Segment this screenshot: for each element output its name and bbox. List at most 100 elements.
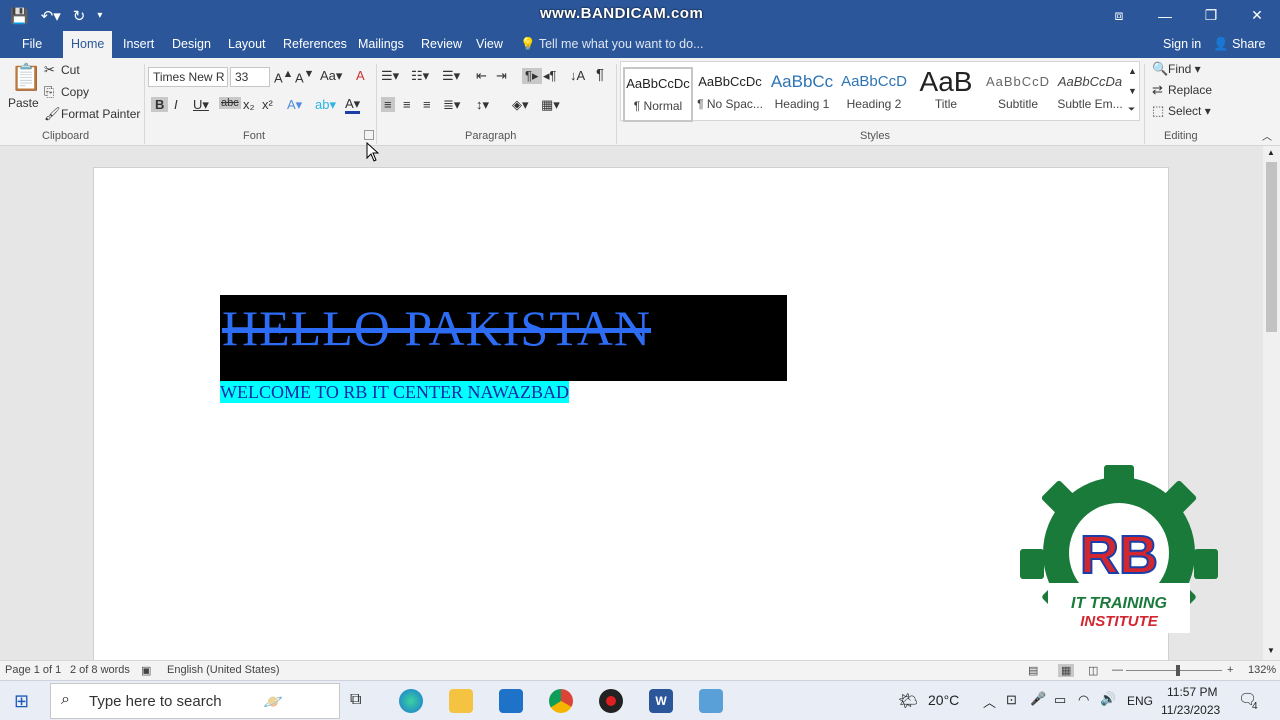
grow-font-icon[interactable]: A▲ [274,68,293,85]
chrome-icon[interactable] [549,689,573,713]
numbering-icon[interactable]: ☷▾ [411,68,429,84]
customize-qat-icon[interactable]: ▾ [97,10,102,21]
style-normal[interactable]: AaBbCcDc ¶ Normal [623,67,693,122]
shrink-font-icon[interactable]: A▼ [295,68,314,85]
change-case-icon[interactable]: Aa▾ [320,68,342,84]
taskbar-search[interactable]: ⌕ Type here to search 🪐 [50,683,340,719]
share-button[interactable]: 👤 Share [1213,31,1265,58]
meet-icon[interactable]: ⊡ [1006,692,1017,708]
tab-review[interactable]: Review [413,31,470,58]
style-subtitle[interactable]: AaBbCcD Subtitle [983,67,1053,122]
subscript-icon[interactable]: x₂ [243,97,255,112]
web-layout-icon[interactable]: ◫ [1088,664,1098,677]
tab-design[interactable]: Design [164,31,219,58]
battery-icon[interactable]: ▭ [1054,692,1066,708]
vertical-scrollbar[interactable]: ▲ ▼ [1263,146,1280,660]
tab-home[interactable]: Home [63,31,113,58]
underline-icon[interactable]: U▾ [193,97,209,113]
bold-icon[interactable]: B [151,97,169,112]
rtl-icon[interactable]: ◂¶ [543,68,557,84]
page-count[interactable]: Page 1 of 1 [5,664,61,676]
highlight-color-icon[interactable]: ab▾ [315,97,336,113]
style-heading-1[interactable]: AaBbCc Heading 1 [767,67,837,122]
style-subtle-emphasis[interactable]: AaBbCcDa Subtle Em... [1055,67,1125,122]
align-right-icon[interactable]: ≡ [423,97,431,112]
bullets-icon[interactable]: ☰▾ [381,68,399,84]
tab-view[interactable]: View [468,31,511,58]
microphone-icon[interactable]: 🎤 [1030,691,1046,707]
text-effects-icon[interactable]: A▾ [287,97,302,113]
read-mode-icon[interactable]: ▤ [1028,664,1038,677]
remote-desktop-icon[interactable] [699,689,723,713]
strikethrough-icon[interactable]: abc [219,97,241,109]
copy-button[interactable]: Copy [61,85,89,99]
clear-formatting-icon[interactable]: A [356,68,365,83]
save-icon[interactable]: 💾 [10,7,29,25]
print-layout-icon[interactable]: ▦ [1058,664,1075,677]
language-indicator[interactable]: English (United States) [167,664,280,676]
tab-mailings[interactable]: Mailings [350,31,412,58]
redo-icon[interactable]: ↻ [73,7,86,25]
scroll-down-icon[interactable]: ▼ [1267,646,1275,655]
format-painter-button[interactable]: Format Painter [61,107,140,121]
zoom-in-icon[interactable]: + [1227,664,1233,676]
gallery-scroll-down-icon[interactable]: ▼ [1128,86,1137,96]
ribbon-display-options-icon[interactable]: ⧈ [1096,0,1142,31]
zoom-level[interactable]: 132% [1248,664,1276,676]
volume-icon[interactable]: 🔊 [1100,691,1116,707]
superscript-icon[interactable]: x² [262,97,273,112]
scroll-up-icon[interactable]: ▲ [1267,148,1275,157]
document-subline[interactable]: WELCOME TO RB IT CENTER NAWAZBAD [220,381,570,403]
tab-file[interactable]: File [14,31,50,58]
document-page[interactable]: HELLO PAKISTAN WELCOME TO RB IT CENTER N… [93,167,1169,667]
file-explorer-icon[interactable] [449,689,473,713]
edge-icon[interactable] [399,689,423,713]
zoom-slider-thumb[interactable] [1176,665,1180,676]
decrease-indent-icon[interactable]: ⇤ [476,68,487,84]
close-button[interactable]: ✕ [1234,0,1280,31]
restore-button[interactable]: ❐ [1188,0,1234,31]
cut-button[interactable]: Cut [61,63,80,77]
ltr-icon[interactable]: ¶▸ [522,68,542,84]
paste-button[interactable]: Paste [8,96,39,110]
tell-me-search[interactable]: 💡 Tell me what you want to do... [520,31,704,58]
clock-time[interactable]: 11:57 PM [1167,685,1217,699]
zoom-out-icon[interactable]: — [1112,664,1123,676]
language-code[interactable]: ENG [1127,694,1153,708]
tab-insert[interactable]: Insert [115,31,162,58]
multilevel-list-icon[interactable]: ☰▾ [442,68,460,84]
font-name-combo[interactable]: Times New R [148,67,228,87]
select-button[interactable]: Select ▾ [1168,104,1211,118]
font-dialog-launcher-icon[interactable] [364,130,374,140]
font-color-icon[interactable]: A▾ [345,97,361,114]
font-size-combo[interactable]: 33 [230,67,270,87]
shading-icon[interactable]: ◈▾ [512,97,529,113]
show-marks-icon[interactable]: ¶ [596,66,604,83]
style-no-spacing[interactable]: AaBbCcDc ¶ No Spac... [695,67,765,122]
proofing-icon[interactable]: ▣ [141,664,151,677]
align-left-icon[interactable]: ≡ [381,97,395,112]
align-center-icon[interactable]: ≡ [403,97,411,112]
borders-icon[interactable]: ▦▾ [541,97,560,113]
line-spacing-icon[interactable]: ↕▾ [476,97,489,113]
word-icon[interactable]: W [649,689,673,713]
paste-icon[interactable]: 📋 [10,62,42,93]
task-view-icon[interactable]: ⧉ [350,691,361,709]
undo-icon[interactable]: ↶▾ [41,7,61,25]
wifi-icon[interactable]: ◠ [1078,692,1089,708]
replace-button[interactable]: Replace [1168,83,1212,97]
sort-icon[interactable]: ↓A [570,68,585,83]
bandicam-icon[interactable] [599,689,623,713]
zoom-slider[interactable] [1126,670,1222,671]
sign-in-link[interactable]: Sign in [1163,31,1201,58]
tray-expand-icon[interactable]: ︿ [983,692,996,711]
weather-icon[interactable]: 🌤 [898,691,918,711]
collapse-ribbon-icon[interactable]: ︿ [1262,128,1272,143]
gallery-scroll-up-icon[interactable]: ▲ [1128,66,1137,76]
word-count[interactable]: 2 of 8 words [70,664,130,676]
italic-icon[interactable]: I [174,97,178,112]
tab-references[interactable]: References [275,31,355,58]
clock-date[interactable]: 11/23/2023 [1161,703,1220,717]
windows-start-icon[interactable]: ⊞ [14,691,29,712]
temperature[interactable]: 20°C [928,692,959,708]
